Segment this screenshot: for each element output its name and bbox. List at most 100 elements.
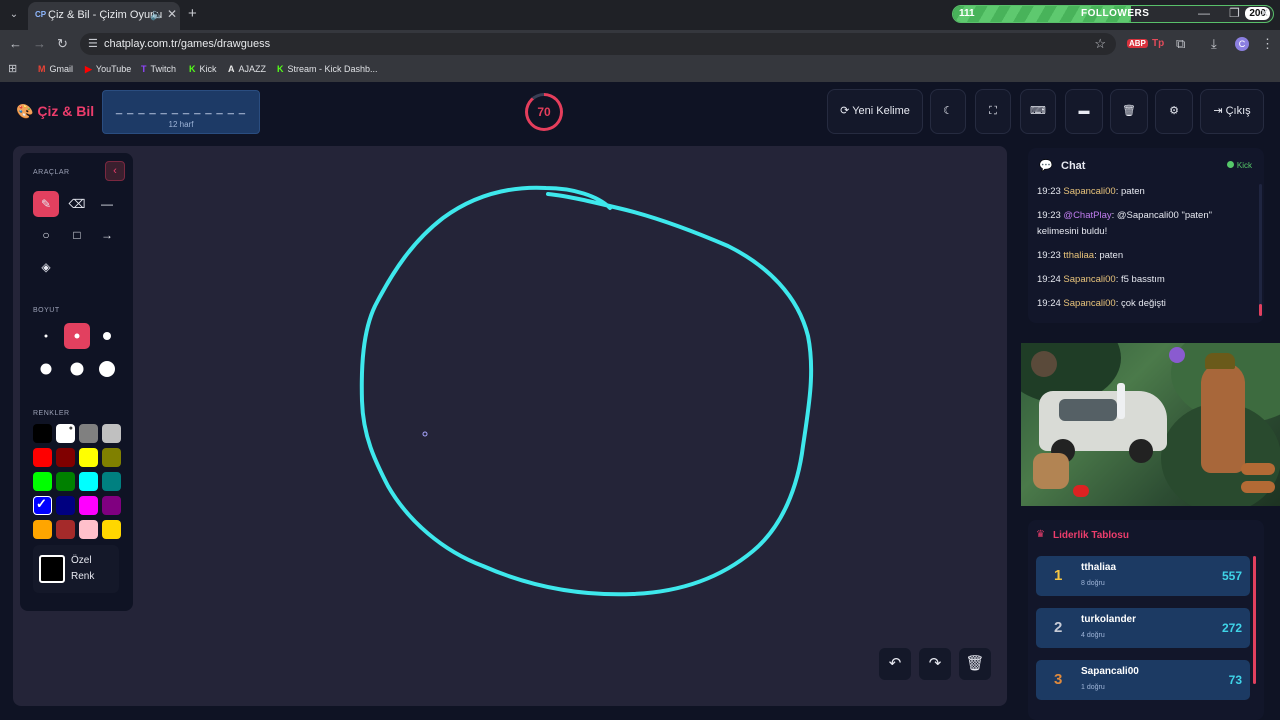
color-swatch[interactable] (79, 496, 98, 515)
drawing-canvas[interactable]: ARAÇLAR ‹ ✎ ⌫ — ○ □ → ◈ BOYUT RENKLER ● ✓… (13, 146, 1007, 706)
bookmark-favicon-icon: K (277, 64, 284, 74)
chat-time: 19:24 (1037, 298, 1061, 309)
theme-toggle-button[interactable]: ☾ (930, 89, 966, 134)
color-swatch[interactable] (33, 448, 52, 467)
color-swatch[interactable] (33, 520, 52, 539)
circle-tool[interactable]: ○ (33, 222, 59, 248)
redo-button[interactable]: ↷ (919, 648, 951, 680)
bookmark-item[interactable]: A AJAZZ (228, 64, 266, 74)
fullscreen-button[interactable]: ⛶ (975, 89, 1011, 134)
size-option[interactable] (64, 323, 90, 349)
color-swatch[interactable] (56, 496, 75, 515)
reload-icon[interactable]: ↻ (57, 36, 68, 52)
line-icon: — (101, 197, 113, 211)
followers-label: FOLLOWERS (1081, 8, 1150, 19)
tp-extension-icon[interactable]: Tp (1152, 38, 1164, 49)
fill-tool[interactable]: ◈ (33, 254, 59, 280)
line-tool[interactable]: — (94, 191, 120, 217)
color-swatch[interactable] (56, 448, 75, 467)
minimize-icon[interactable]: — (1198, 6, 1210, 20)
bookmark-favicon-icon: A (228, 64, 235, 74)
color-swatch[interactable] (102, 520, 121, 539)
bookmark-item[interactable]: K Kick (189, 64, 217, 74)
browser-menu-icon[interactable]: ⋮ (1261, 36, 1274, 52)
trash-button[interactable]: 🗑 (1110, 89, 1148, 134)
square-icon: □ (73, 228, 81, 242)
color-swatch[interactable] (79, 448, 98, 467)
bookmark-item[interactable]: T Twitch (141, 64, 176, 74)
check-icon: ✓ (36, 496, 47, 511)
download-icon[interactable]: ⤓ (1211, 36, 1217, 52)
collapse-tools-button[interactable]: ‹ (105, 161, 125, 181)
extensions-puzzle-icon[interactable]: ⧉ (1176, 36, 1185, 52)
eraser-icon: ⌫ (68, 197, 86, 211)
forward-icon[interactable]: → (33, 36, 46, 51)
exit-button[interactable]: ⇥ Çıkış (1200, 89, 1264, 134)
chat-scrollbar[interactable] (1259, 184, 1262, 316)
size-option[interactable] (64, 356, 90, 382)
color-swatch[interactable] (33, 472, 52, 491)
color-swatch[interactable] (33, 424, 52, 443)
arrow-tool[interactable]: → (94, 222, 120, 248)
gear-icon: ⚙ (1169, 105, 1179, 117)
size-option[interactable] (94, 323, 120, 349)
eraser-tool[interactable]: ⌫ (64, 191, 90, 217)
color-swatch[interactable] (102, 448, 121, 467)
size-option[interactable] (33, 323, 59, 349)
new-word-button[interactable]: ⟳ Yeni Kelime (827, 89, 923, 134)
color-swatch[interactable]: ● (56, 424, 75, 443)
site-info-icon[interactable]: ☰ (88, 37, 98, 50)
rectangle-tool[interactable]: □ (64, 222, 90, 248)
bookmark-label: Kick (199, 64, 217, 74)
leaderboard-panel: ♛ Liderlik Tablosu 1 tthaliaa 8 doğru 557 2 t… (1028, 520, 1264, 720)
chat-panel: 💬 Chat Kick 19:23 Sapancali00: paten 19:2… (1028, 148, 1264, 323)
chat-username: @ChatPlay (1063, 210, 1112, 221)
browser-tab[interactable]: CP Çiz & Bil - Çizim Oyunu 🔈 ✕ (28, 2, 180, 30)
bookmark-item[interactable]: K Stream - Kick Dashb... (277, 64, 378, 74)
archive-button[interactable]: ▬ (1065, 89, 1103, 134)
brush-tool[interactable]: ✎ (33, 191, 59, 217)
speaker-icon[interactable]: 🔈 (150, 8, 164, 21)
size-option[interactable] (33, 356, 59, 382)
leaderboard-name: turkolander (1081, 614, 1137, 625)
color-swatch[interactable] (79, 424, 98, 443)
clear-canvas-button[interactable]: 🗑 (959, 648, 991, 680)
app-logo[interactable]: 🎨 Çiz & Bil (16, 103, 94, 120)
bookmark-item[interactable]: M Gmail (38, 64, 73, 74)
chat-scrollbar-thumb[interactable] (1259, 304, 1262, 316)
url-field[interactable]: ☰ chatplay.com.tr/games/drawguess ☆ (80, 33, 1116, 55)
refresh-icon: ⟳ (840, 105, 850, 117)
profile-avatar[interactable]: C (1235, 37, 1249, 51)
color-swatch[interactable] (79, 472, 98, 491)
new-tab-button[interactable]: + (188, 5, 197, 22)
undo-icon: ↶ (888, 655, 902, 672)
apps-grid-icon[interactable]: ⊞ (8, 62, 17, 75)
moon-icon: ☾ (943, 105, 953, 117)
color-swatch[interactable] (56, 472, 75, 491)
color-swatch[interactable] (79, 520, 98, 539)
color-swatch[interactable] (102, 496, 121, 515)
leaderboard-title: Liderlik Tablosu (1053, 530, 1129, 541)
bookmark-star-icon[interactable]: ☆ (1094, 36, 1106, 52)
color-swatch[interactable] (102, 472, 121, 491)
leaderboard-rank: 3 (1054, 671, 1063, 688)
custom-color-preview (39, 555, 65, 583)
window-close-icon[interactable]: ✕ (1259, 6, 1269, 20)
color-swatch[interactable] (102, 424, 121, 443)
custom-color-button[interactable]: Özel Renk (33, 545, 119, 593)
settings-button[interactable]: ⚙ (1155, 89, 1193, 134)
bookmark-item[interactable]: ▶ YouTube (85, 64, 131, 75)
color-swatch[interactable] (56, 520, 75, 539)
restore-icon[interactable]: ❐ (1229, 6, 1240, 20)
leaderboard-correct-count: 8 doğru (1081, 580, 1105, 587)
tab-search-button[interactable]: ⌄ (4, 5, 24, 25)
color-swatch[interactable]: ✓ (33, 496, 52, 515)
drawing-svg[interactable] (13, 146, 1007, 706)
undo-button[interactable]: ↶ (879, 648, 911, 680)
size-option[interactable] (94, 356, 120, 382)
adblock-extension-icon[interactable]: ABP (1127, 39, 1148, 48)
back-icon[interactable]: ← (9, 36, 22, 51)
keyboard-button[interactable]: ⌨ (1020, 89, 1056, 134)
close-icon[interactable]: ✕ (167, 7, 177, 21)
leaderboard-scrollbar[interactable] (1253, 556, 1256, 684)
